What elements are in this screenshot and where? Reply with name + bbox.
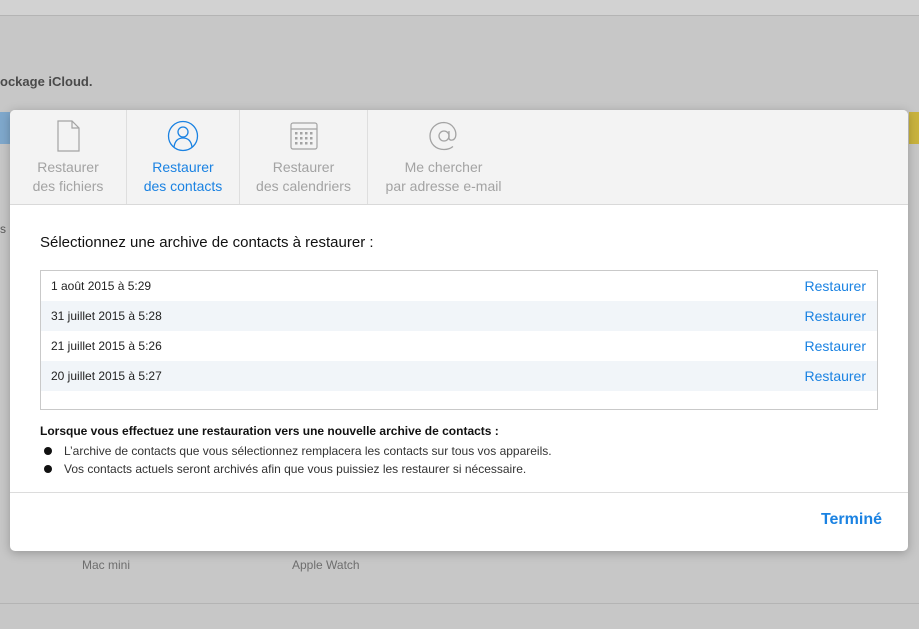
restore-link[interactable]: Restaurer: [805, 368, 866, 384]
tab-restore-contacts[interactable]: Restaurer des contacts: [126, 110, 239, 204]
archive-row: 20 juillet 2015 à 5:27 Restaurer: [41, 361, 877, 391]
tab-label: Restaurer des calendriers: [256, 159, 351, 194]
contacts-icon: [167, 120, 199, 152]
document-icon: [57, 120, 80, 152]
restore-link[interactable]: Restaurer: [805, 278, 866, 294]
archive-date: 31 juillet 2015 à 5:28: [51, 309, 162, 323]
restore-note-title: Lorsque vous effectuez une restauration …: [40, 424, 499, 438]
archive-list: 1 août 2015 à 5:29 Restaurer 31 juillet …: [40, 270, 878, 410]
background-divider: [0, 603, 919, 604]
background-yellow-bar: [909, 112, 919, 144]
restore-link[interactable]: Restaurer: [805, 308, 866, 324]
tab-label: Me chercher par adresse e-mail: [385, 159, 502, 194]
background-device-apple-watch: Apple Watch: [292, 558, 360, 572]
dialog-footer: Terminé: [10, 492, 908, 551]
tab-restore-files[interactable]: Restaurer des fichiers: [10, 110, 126, 204]
archive-date: 21 juillet 2015 à 5:26: [51, 339, 162, 353]
background-header: [0, 0, 919, 16]
done-button[interactable]: Terminé: [821, 511, 882, 529]
restore-contacts-dialog: Restaurer des fichiers Restaurer des conta…: [10, 110, 908, 551]
bullet-item: Vos contacts actuels seront archivés afi…: [40, 460, 878, 478]
dialog-heading: Sélectionnez une archive de contacts à r…: [40, 234, 374, 251]
archive-row: 31 juillet 2015 à 5:28 Restaurer: [41, 301, 877, 331]
bullet-item: L’archive de contacts que vous sélection…: [40, 442, 878, 460]
calendar-icon: [289, 122, 318, 150]
restore-note-bullets: L’archive de contacts que vous sélection…: [40, 442, 878, 478]
restore-link[interactable]: Restaurer: [805, 338, 866, 354]
dialog-content: Sélectionnez une archive de contacts à r…: [10, 234, 908, 478]
archive-date: 1 août 2015 à 5:29: [51, 279, 152, 293]
restore-tabs: Restaurer des fichiers Restaurer des conta…: [10, 110, 908, 205]
tab-label: Restaurer des fichiers: [32, 159, 104, 194]
archive-row: 1 août 2015 à 5:29 Restaurer: [41, 271, 877, 301]
background-device-mac-mini: Mac mini: [82, 558, 131, 572]
background-storage-text: ockage iCloud.: [0, 74, 93, 89]
background-blue-bar: [0, 112, 10, 144]
background-side-letter: s: [0, 222, 6, 236]
tab-find-by-email[interactable]: Me chercher par adresse e-mail: [367, 110, 519, 204]
tab-restore-calendars[interactable]: Restaurer des calendriers: [239, 110, 367, 204]
archive-date: 20 juillet 2015 à 5:27: [51, 369, 162, 383]
at-icon: [428, 121, 456, 151]
tab-label: Restaurer des contacts: [143, 159, 223, 194]
archive-row: 21 juillet 2015 à 5:26 Restaurer: [41, 331, 877, 361]
